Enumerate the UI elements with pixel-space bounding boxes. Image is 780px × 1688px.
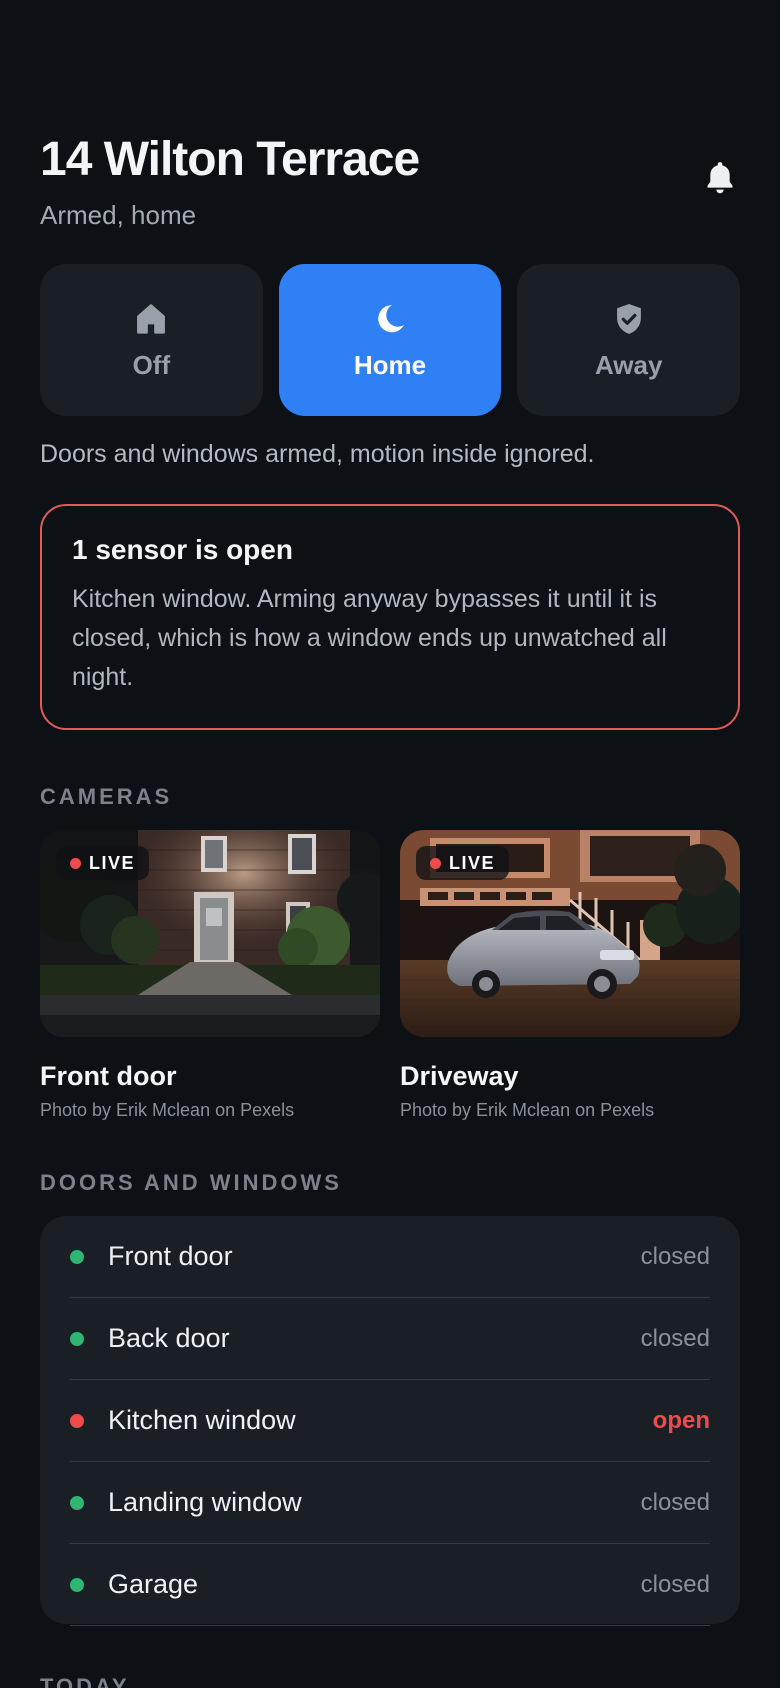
live-badge: LIVE xyxy=(416,846,510,880)
live-badge: LIVE xyxy=(56,846,150,880)
moon-icon xyxy=(378,304,404,332)
list-item[interactable]: Kitchen window open xyxy=(70,1380,710,1462)
status-dot xyxy=(70,1331,84,1346)
live-badge-label: LIVE xyxy=(89,852,136,873)
list-item[interactable]: Front door closed xyxy=(70,1216,710,1298)
today-section-label: TODAY xyxy=(40,1674,130,1688)
sensor-name: Kitchen window xyxy=(108,1405,296,1435)
camera-photo-credit: Photo by Erik Mclean on Pexels xyxy=(400,1100,655,1120)
sensor-status: closed xyxy=(640,1324,710,1352)
mode-away-button[interactable]: Away xyxy=(517,264,741,416)
mode-description: Doors and windows armed, motion inside i… xyxy=(40,440,595,468)
mode-away-label: Away xyxy=(594,349,663,380)
status-dot xyxy=(70,1249,84,1264)
list-item[interactable]: Back door closed xyxy=(70,1298,710,1380)
alert-body: Kitchen window. Arming anyway bypasses i… xyxy=(72,585,667,691)
status-dot xyxy=(70,1577,84,1592)
list-item[interactable]: Landing window closed xyxy=(70,1462,710,1544)
arm-mode-selector: Off Home Away xyxy=(40,264,741,416)
sensor-name: Garage xyxy=(108,1569,199,1599)
sensor-name: Back door xyxy=(108,1323,230,1353)
camera-card-driveway[interactable]: LIVE Driveway Photo by Erik Mclean on Pe… xyxy=(400,830,740,1121)
camera-name: Front door xyxy=(40,1061,177,1091)
page-title: 14 Wilton Terrace xyxy=(40,133,420,186)
shield-check-icon xyxy=(616,303,641,334)
doors-windows-list: Front door closed Back door closed Kitch… xyxy=(40,1216,740,1626)
house-icon xyxy=(137,303,166,334)
mode-off-button[interactable]: Off xyxy=(40,264,263,416)
status-dot xyxy=(70,1495,84,1510)
sensor-name: Landing window xyxy=(108,1487,302,1517)
sensor-status: open xyxy=(652,1406,710,1434)
camera-photo-credit: Photo by Erik Mclean on Pexels xyxy=(40,1100,295,1120)
cameras-section-label: CAMERAS xyxy=(40,784,173,809)
live-badge-label: LIVE xyxy=(449,852,496,873)
sensor-name: Front door xyxy=(108,1241,233,1271)
sensor-status: closed xyxy=(640,1570,710,1598)
camera-card-front-door[interactable]: LIVE Front door Photo by Erik Mclean on … xyxy=(40,830,380,1121)
mode-home-label: Home xyxy=(353,349,427,380)
doors-windows-section-label: DOORS AND WINDOWS xyxy=(40,1170,342,1195)
arm-status-subtitle: Armed, home xyxy=(40,200,197,230)
live-indicator-dot xyxy=(70,857,81,869)
camera-name: Driveway xyxy=(400,1061,519,1091)
mode-home-button[interactable]: Home xyxy=(278,264,502,416)
open-sensor-alert: 1 sensor is open Kitchen window. Arming … xyxy=(40,504,740,730)
notifications-bell-icon[interactable] xyxy=(700,158,740,198)
header: 14 Wilton Terrace Armed, home xyxy=(40,130,740,231)
camera-feed-front-door[interactable]: LIVE xyxy=(40,830,380,1037)
camera-feed-driveway[interactable]: LIVE xyxy=(400,830,740,1037)
list-item[interactable]: Garage closed xyxy=(70,1544,710,1626)
security-home-screen: 14 Wilton Terrace Armed, home Off Home A… xyxy=(0,0,780,1688)
live-indicator-dot xyxy=(430,857,441,869)
status-dot xyxy=(70,1413,84,1428)
sensor-status: closed xyxy=(640,1488,710,1516)
sensor-status: closed xyxy=(640,1242,710,1270)
mode-off-label: Off xyxy=(132,349,171,380)
alert-title: 1 sensor is open xyxy=(72,534,293,565)
